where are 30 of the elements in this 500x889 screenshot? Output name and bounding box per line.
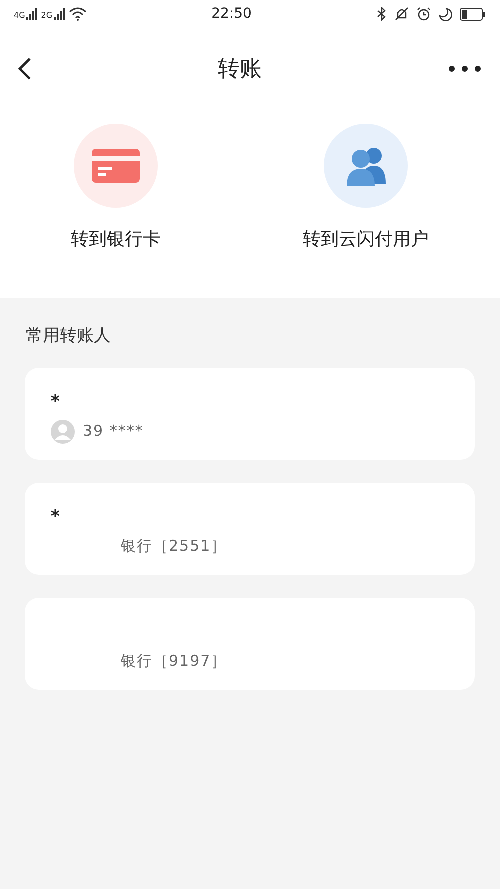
payee-name: * [51,392,60,412]
muted-bell-icon [394,7,409,21]
signal-icon [25,8,38,20]
avatar-icon [51,420,75,444]
bank-card-icon [92,149,140,183]
alarm-icon [416,7,431,21]
back-icon [18,57,32,81]
more-icon [448,65,482,73]
status-time: 22:50 [212,4,252,24]
users-icon [344,146,388,186]
section-title: 常用转账人 [25,325,112,348]
bluetooth-icon [376,7,387,21]
payee-detail: 银行［2551］ [121,536,228,556]
more-button[interactable] [448,65,482,73]
payee-name: * [51,506,60,526]
payee-card[interactable]: 银行［9197］ [25,598,475,690]
network-label: 2G [41,12,53,20]
moon-icon [438,8,452,20]
back-button[interactable] [18,57,32,81]
page-title: 转账 [218,56,262,84]
payee-card[interactable]: * 银行［2551］ [25,482,475,574]
wifi-icon [68,7,87,21]
signal-icon [52,8,65,20]
option-label: 转到云闪付用户 [303,228,429,252]
payee-detail: 39 **** [83,421,144,442]
network-label: 4G [14,12,26,20]
option-label: 转到银行卡 [71,228,161,252]
battery-icon [460,8,486,20]
payee-detail: 银行［9197］ [121,650,228,672]
payee-card[interactable]: * 39 **** [25,368,475,460]
